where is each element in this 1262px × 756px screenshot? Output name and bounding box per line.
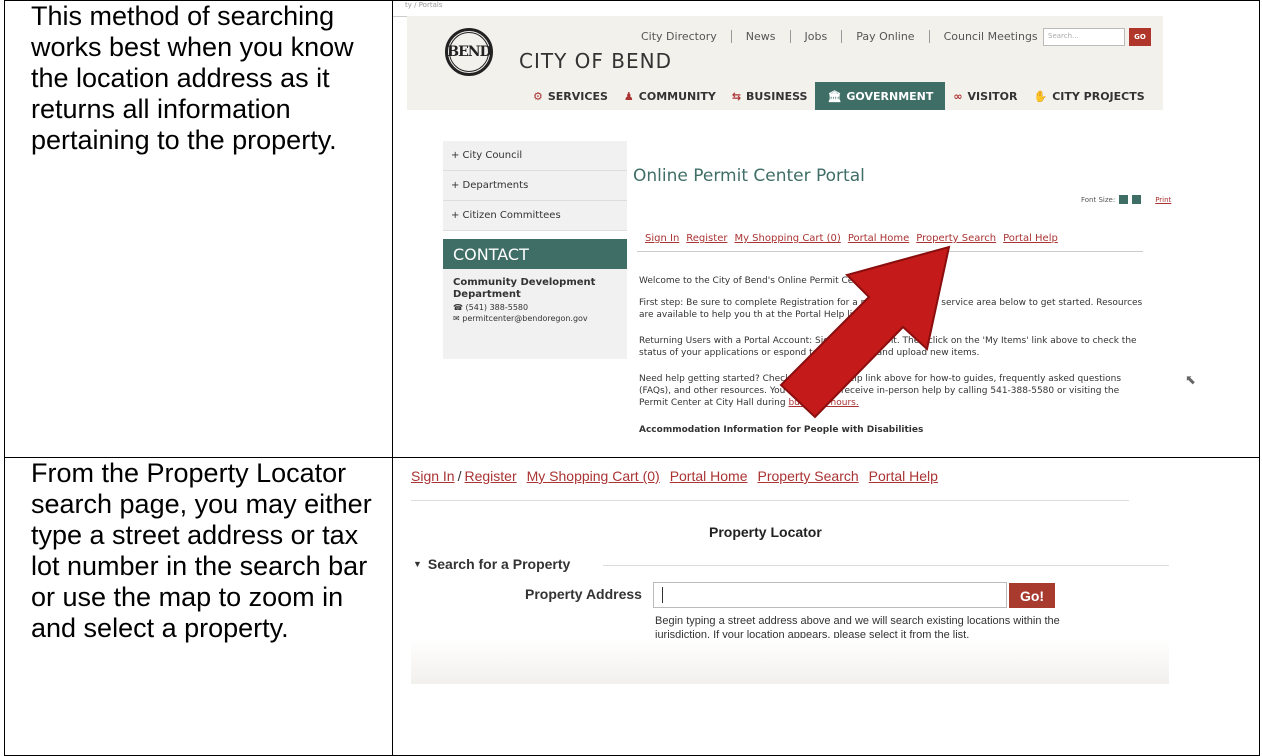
nav-visitor[interactable]: ∞ VISITOR xyxy=(945,82,1025,110)
mouse-cursor-icon: ⬉ xyxy=(1185,373,1196,388)
gear-icon: ⚙ xyxy=(533,89,543,103)
instruction-text-2: From the Property Locator search page, y… xyxy=(31,458,372,643)
side-nav-departments[interactable]: + Departments xyxy=(443,171,627,201)
locator-links-divider xyxy=(411,500,1129,501)
locator-link-sign-in[interactable]: Sign In xyxy=(411,468,455,484)
email-icon: ✉ xyxy=(453,314,463,323)
contact-box: Community Development Department ☎ (541)… xyxy=(443,269,627,359)
top-link-news[interactable]: News xyxy=(730,30,790,43)
document-table: This method of searching works best when… xyxy=(4,0,1260,756)
font-size-label: Font Size: xyxy=(1081,195,1116,204)
top-links: City Directory News Jobs Pay Online Coun… xyxy=(627,30,1052,43)
property-address-input[interactable] xyxy=(653,582,1007,608)
portal-title: Online Permit Center Portal xyxy=(633,166,865,186)
nav-city-projects[interactable]: ✋ CITY PROJECTS xyxy=(1026,82,1153,110)
contact-phone-row: ☎ (541) 388-5580 xyxy=(453,303,617,312)
search-section-toggle[interactable]: ▼ Search for a Property xyxy=(413,556,570,572)
side-nav: + City Council + Departments + Citizen C… xyxy=(443,141,627,231)
link-register[interactable]: Register xyxy=(686,233,727,244)
search-section-divider xyxy=(603,565,1169,566)
top-link-council-meetings[interactable]: Council Meetings xyxy=(928,30,1052,43)
map-area-fade xyxy=(411,638,1169,684)
site-search-go-button[interactable]: GO xyxy=(1129,28,1151,46)
font-size-controls: Font Size: Print xyxy=(1081,195,1171,204)
side-nav-city-council[interactable]: + City Council xyxy=(443,141,627,171)
logo-text: BEND xyxy=(447,32,492,72)
red-arrow-annotation xyxy=(779,245,951,419)
screenshot-cell-1: ty / Portals BEND CITY OF BEND City Dire… xyxy=(392,0,1260,458)
instruction-cell-2: From the Property Locator search page, y… xyxy=(4,457,393,756)
instruction-cell-1: This method of searching works best when… xyxy=(4,0,393,458)
font-decrease-icon[interactable] xyxy=(1132,195,1142,204)
site-header: BEND CITY OF BEND City Directory News Jo… xyxy=(407,16,1163,110)
locator-link-property-search[interactable]: Property Search xyxy=(758,468,859,484)
side-nav-citizen-committees[interactable]: + Citizen Committees xyxy=(443,201,627,231)
main-nav: ⚙ SERVICES ♟ COMMUNITY ⇆ BUSINESS 🏛 GOVERNME… xyxy=(525,82,1153,110)
link-sign-in[interactable]: Sign In xyxy=(645,233,679,244)
link-portal-help[interactable]: Portal Help xyxy=(1003,233,1058,244)
nav-business[interactable]: ⇆ BUSINESS xyxy=(724,82,816,110)
search-section-heading: Search for a Property xyxy=(427,556,571,572)
phone-icon: ☎ xyxy=(453,303,466,312)
locator-portal-links: Sign In / Register My Shopping Cart (0) … xyxy=(411,468,938,484)
locator-link-portal-help[interactable]: Portal Help xyxy=(869,468,938,484)
text-caret xyxy=(662,587,663,603)
locator-link-register[interactable]: Register xyxy=(464,468,516,484)
city-logo[interactable]: BEND xyxy=(445,28,493,76)
binoculars-icon: ∞ xyxy=(953,89,963,103)
property-address-label: Property Address xyxy=(525,586,642,602)
property-search-go-button[interactable]: Go! xyxy=(1009,583,1055,608)
print-link[interactable]: Print xyxy=(1155,196,1171,204)
screenshot-cell-2: Sign In / Register My Shopping Cart (0) … xyxy=(392,457,1260,756)
hand-icon: ✋ xyxy=(1033,89,1048,103)
contact-email-row: ✉ permitcenter@bendoregon.gov xyxy=(453,314,617,323)
building-icon: 🏛 xyxy=(827,89,842,103)
city-name: CITY OF BEND xyxy=(519,49,672,73)
handshake-icon: ⇆ xyxy=(731,89,742,103)
instruction-text-1: This method of searching works best when… xyxy=(31,1,354,155)
url-fragment: ty / Portals xyxy=(405,1,443,9)
browser-top-strip: ty / Portals xyxy=(393,1,1163,17)
contact-email[interactable]: permitcenter@bendoregon.gov xyxy=(462,314,587,323)
locator-link-shopping-cart[interactable]: My Shopping Cart (0) xyxy=(527,468,660,484)
nav-community[interactable]: ♟ COMMUNITY xyxy=(616,82,724,110)
city-website-screenshot: ty / Portals BEND CITY OF BEND City Dire… xyxy=(393,1,1259,457)
top-link-city-directory[interactable]: City Directory xyxy=(627,30,731,43)
locator-link-portal-home[interactable]: Portal Home xyxy=(670,468,748,484)
site-search-input[interactable]: Search... xyxy=(1043,28,1125,46)
property-locator-screenshot: Sign In / Register My Shopping Cart (0) … xyxy=(393,458,1259,755)
triangle-down-icon: ▼ xyxy=(413,559,422,569)
locator-link-separator: / xyxy=(457,468,462,484)
top-link-jobs[interactable]: Jobs xyxy=(789,30,842,43)
contact-phone: (541) 388-5580 xyxy=(465,303,529,312)
top-link-pay-online[interactable]: Pay Online xyxy=(841,30,928,43)
font-increase-icon[interactable] xyxy=(1119,195,1129,204)
nav-services[interactable]: ⚙ SERVICES xyxy=(525,82,616,110)
property-locator-title: Property Locator xyxy=(709,524,822,540)
contact-heading: CONTACT xyxy=(443,239,627,269)
nav-government[interactable]: 🏛 GOVERNMENT xyxy=(815,82,946,110)
people-icon: ♟ xyxy=(623,89,634,103)
contact-department: Community Development Department xyxy=(453,277,596,300)
